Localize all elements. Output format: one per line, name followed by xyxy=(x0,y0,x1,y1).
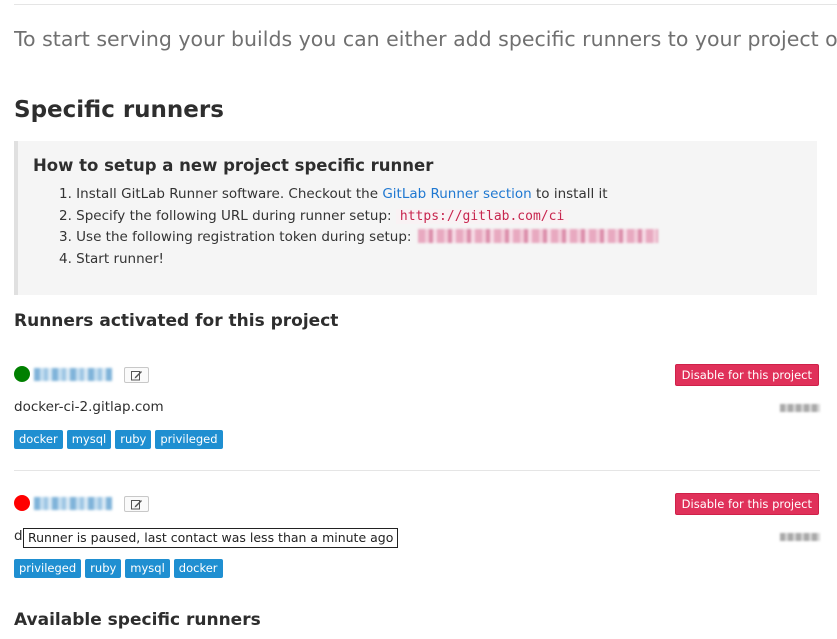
available-runners-heading: Available specific runners xyxy=(14,610,261,630)
ci-url-code: https://gitlab.com/ci xyxy=(395,208,569,224)
top-divider xyxy=(14,4,837,5)
edit-icon xyxy=(131,371,142,381)
gitlab-runner-section-link[interactable]: GitLab Runner section xyxy=(382,186,531,202)
runner-tag: privileged xyxy=(155,430,223,449)
runner-id-redacted xyxy=(780,533,820,541)
runner-id-redacted xyxy=(780,404,820,412)
disable-runner-button[interactable]: Disable for this project xyxy=(674,364,819,386)
runner-tag: ruby xyxy=(115,430,152,449)
setup-title: How to setup a new project specific runn… xyxy=(33,156,434,175)
setup-step-2: 2. Specify the following URL during runn… xyxy=(59,206,658,228)
edit-runner-button[interactable] xyxy=(124,496,149,512)
runner-tag: ruby xyxy=(85,559,122,578)
runner-tag: mysql xyxy=(125,559,170,578)
setup-instructions-box: How to setup a new project specific runn… xyxy=(14,141,817,295)
setup-step-4: 4. Start runner! xyxy=(59,251,164,268)
specific-runners-heading: Specific runners xyxy=(14,97,224,123)
setup-step-1: 1. Install GitLab Runner software. Check… xyxy=(59,186,608,202)
runner-description: docker-ci-2.gitlap.com xyxy=(14,399,164,415)
runner-description: d xyxy=(14,528,23,544)
runner-tag: docker xyxy=(173,559,223,578)
intro-text: To start serving your builds you can eit… xyxy=(14,27,837,51)
setup-step-3: 3. Use the following registration token … xyxy=(59,227,658,249)
runner-tag: docker xyxy=(14,430,63,449)
registration-token-redacted xyxy=(417,229,658,244)
runner-item: Disable for this project docker-ci-2.git… xyxy=(14,362,820,471)
status-paused-icon[interactable] xyxy=(14,495,30,511)
runner-tag: mysql xyxy=(66,430,112,449)
runner-token-redacted[interactable] xyxy=(34,368,112,381)
disable-runner-button[interactable]: Disable for this project xyxy=(674,493,819,515)
setup-steps: 1. Install GitLab Runner software. Check… xyxy=(59,184,658,271)
runner-tags: privileged ruby mysql docker xyxy=(14,559,223,578)
runner-status-tooltip: Runner is paused, last contact was less … xyxy=(23,528,399,548)
runner-tag: privileged xyxy=(14,559,82,578)
runner-tags: docker mysql ruby privileged xyxy=(14,430,223,449)
status-active-icon xyxy=(14,366,30,382)
edit-icon xyxy=(131,500,142,510)
edit-runner-button[interactable] xyxy=(124,367,149,383)
runner-token-redacted[interactable] xyxy=(34,497,112,510)
activated-runners-heading: Runners activated for this project xyxy=(14,311,339,331)
